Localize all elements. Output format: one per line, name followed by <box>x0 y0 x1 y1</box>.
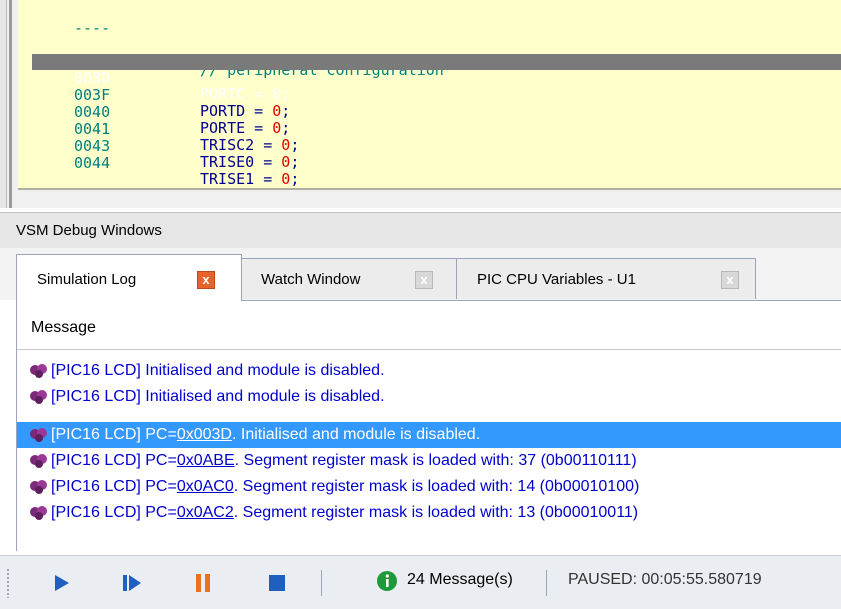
log-row[interactable]: [PIC16 LCD] Initialised and module is di… <box>17 384 841 410</box>
info-icon <box>377 571 397 591</box>
toolbar-separator <box>546 570 547 596</box>
log-row[interactable]: [PIC16 LCD] Initialised and module is di… <box>17 358 841 384</box>
log-message: [PIC16 LCD] PC=0x0AC0. Segment register … <box>51 478 640 495</box>
code-register: TRISE0 <box>200 153 255 171</box>
code-line[interactable]: 0044 TRISE1 = 0; <box>32 139 841 187</box>
tab-simulation-log[interactable]: Simulation Log x <box>16 254 242 301</box>
log-row-selected[interactable]: [PIC16 LCD] PC=0x003D. Initialised and m… <box>17 422 841 448</box>
code-value: 0 <box>281 153 291 171</box>
close-icon[interactable]: x <box>415 271 433 289</box>
log-row[interactable]: [PIC16 LCD] PC=0x0AC0. Segment register … <box>17 474 841 500</box>
simulation-status: PAUSED: 00:05:55.580719 <box>568 571 762 588</box>
toolbar-grip[interactable] <box>6 568 10 598</box>
debug-window-header: VSM Debug Windows <box>0 212 841 249</box>
pic16-lcd-icon <box>30 364 47 378</box>
code-editor[interactable]: ---- ---- // peripheral configuration 00… <box>18 0 841 190</box>
debug-tab-strip: Simulation Log x Watch Window x PIC CPU … <box>0 248 841 301</box>
pc-address-link[interactable]: 0x003D <box>177 426 232 443</box>
pane-edge <box>0 0 7 208</box>
column-header-label: Message <box>31 319 96 336</box>
simulation-toolbar: 24 Message(s) PAUSED: 00:05:55.580719 <box>0 555 841 609</box>
log-message: [PIC16 LCD] PC=0x0AC2. Segment register … <box>51 504 639 521</box>
log-row[interactable]: [PIC16 LCD] PC=0x0ABE. Segment register … <box>17 448 841 474</box>
pic16-lcd-icon <box>30 454 47 468</box>
pc-address-link[interactable]: 0x0ABE <box>177 452 235 469</box>
code-line[interactable]: 0043 TRISE0 = 0; <box>32 122 841 170</box>
pic16-lcd-icon <box>30 506 47 520</box>
tab-label: Simulation Log <box>37 271 137 288</box>
simulation-log-list[interactable]: Message [PIC16 LCD] Initialised and modu… <box>16 300 841 551</box>
stop-icon[interactable] <box>264 570 290 596</box>
log-message: [PIC16 LCD] Initialised and module is di… <box>51 388 385 405</box>
code-line[interactable]: 0041 TRISC2 = 0; <box>32 105 841 153</box>
toolbar-separator <box>321 570 322 596</box>
code-line[interactable]: ---- <box>32 4 841 36</box>
source-code-pane: ---- ---- // peripheral configuration 00… <box>0 0 841 208</box>
pc-address-link[interactable]: 0x0AC0 <box>177 478 234 495</box>
code-register: TRISE1 <box>200 170 255 188</box>
tab-label: Watch Window <box>261 271 361 288</box>
pic16-lcd-icon <box>30 480 47 494</box>
debug-window-title: VSM Debug Windows <box>16 222 162 239</box>
log-message: [PIC16 LCD] Initialised and module is di… <box>51 362 385 379</box>
message-count[interactable]: 24 Message(s) <box>407 571 513 589</box>
code-line[interactable]: 0040 PORTE = 0; <box>32 88 841 136</box>
tab-label: PIC CPU Variables - U1 <box>477 271 636 288</box>
pane-splitter[interactable] <box>9 0 12 208</box>
pic16-lcd-icon <box>30 428 47 442</box>
code-line[interactable]: ---- // peripheral configuration <box>32 30 841 78</box>
pic16-lcd-icon <box>30 390 47 404</box>
step-icon[interactable] <box>119 570 145 596</box>
code-line-current[interactable]: 003D PORTC = 0; <box>32 54 841 102</box>
tab-pic-cpu-variables[interactable]: PIC CPU Variables - U1 x <box>456 258 756 299</box>
log-message: [PIC16 LCD] PC=0x003D. Initialised and m… <box>51 426 481 443</box>
play-icon[interactable] <box>48 570 74 596</box>
close-icon[interactable]: x <box>721 271 739 289</box>
tab-watch-window[interactable]: Watch Window x <box>240 258 458 299</box>
log-message: [PIC16 LCD] PC=0x0ABE. Segment register … <box>51 452 637 469</box>
pc-address-link[interactable]: 0x0AC2 <box>177 504 234 521</box>
close-icon[interactable]: x <box>197 271 215 289</box>
pause-icon[interactable] <box>190 570 216 596</box>
code-value: 0 <box>281 170 291 188</box>
log-row[interactable]: [PIC16 LCD] PC=0x0AC2. Segment register … <box>17 500 841 526</box>
code-address: 0044 <box>74 154 111 172</box>
code-line[interactable]: 003F PORTD = 0; <box>32 71 841 119</box>
message-column-header[interactable]: Message <box>17 301 841 350</box>
